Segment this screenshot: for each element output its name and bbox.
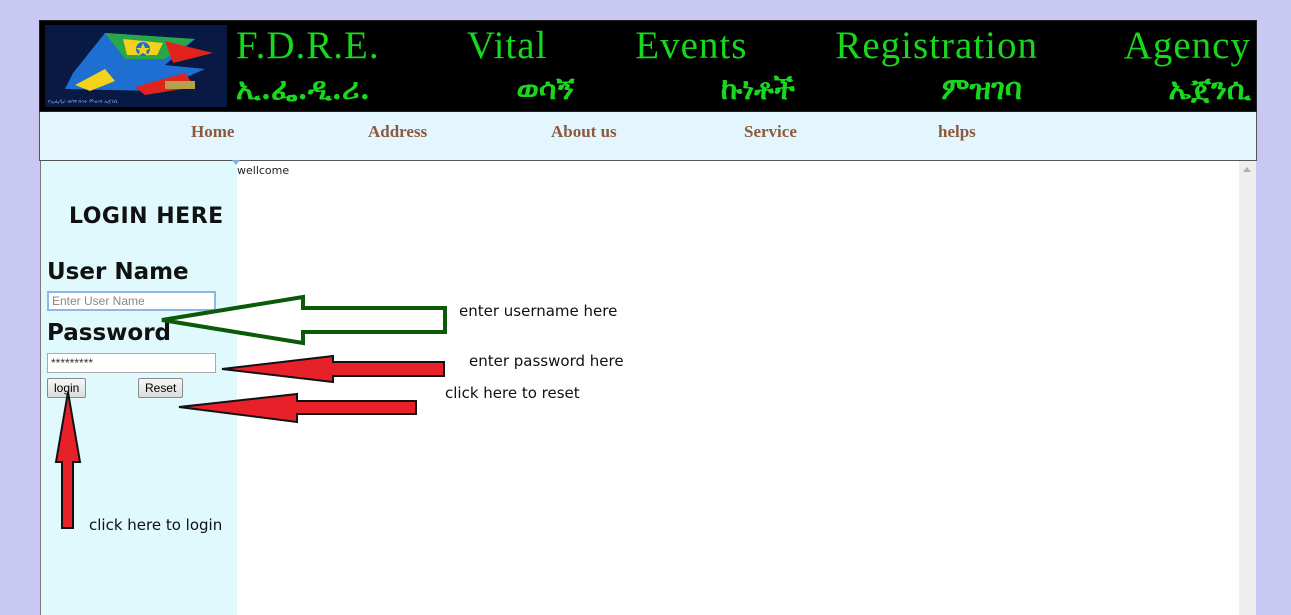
annotation-password: enter password here (469, 352, 624, 370)
password-arrow-icon (221, 354, 445, 384)
annotation-username: enter username here (459, 302, 618, 320)
reset-arrow-icon (178, 392, 417, 424)
login-arrow-icon (54, 391, 82, 529)
username-arrow-icon (161, 294, 447, 346)
annotation-reset: click here to reset (445, 384, 580, 402)
annotation-login: click here to login (89, 516, 223, 534)
